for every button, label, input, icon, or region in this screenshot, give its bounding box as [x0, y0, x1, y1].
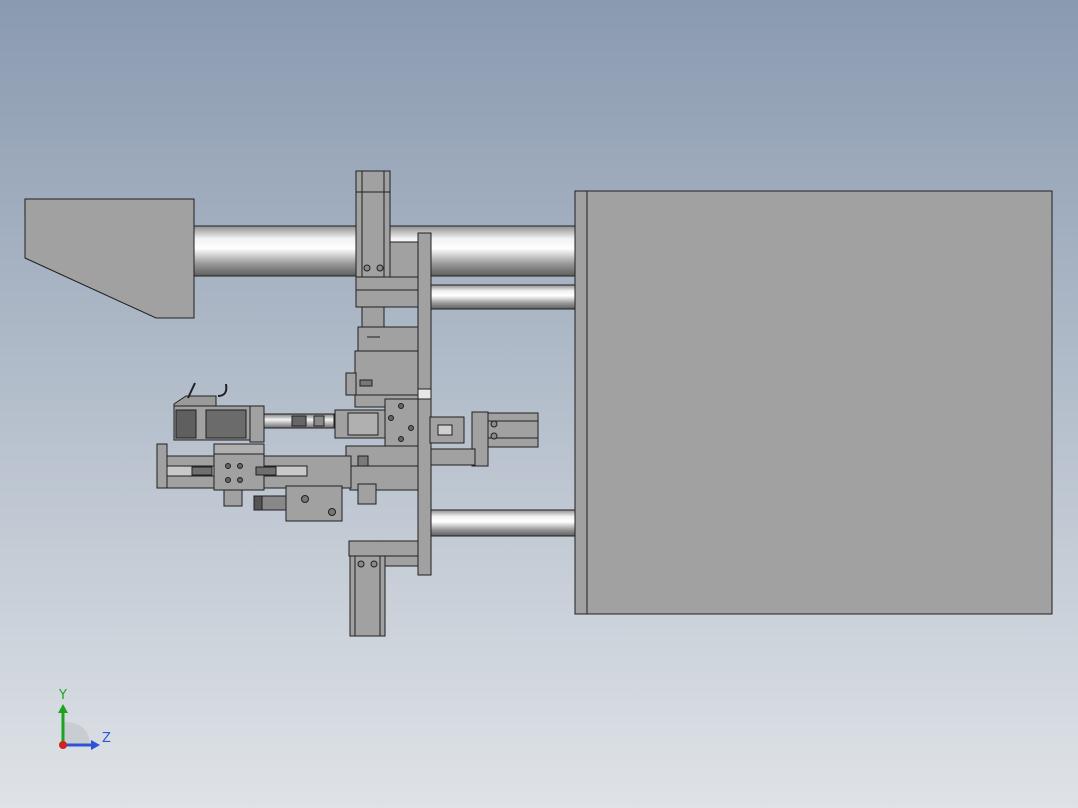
top-cylinder-body[interactable] — [355, 170, 391, 278]
gripper-jaw-inner — [437, 424, 453, 436]
shaft-coupling[interactable] — [291, 415, 307, 427]
stopper-bolt-1 — [301, 495, 309, 503]
linear-slide-end[interactable] — [156, 443, 168, 489]
top-cylinder-port-2 — [376, 264, 384, 272]
upper-small-rod[interactable] — [429, 284, 577, 310]
gripper-port-1 — [490, 420, 498, 428]
guide-block-3[interactable] — [354, 350, 419, 396]
slide-bolt-1 — [225, 463, 231, 469]
servo-motor-dark-band — [175, 409, 197, 439]
top-cylinder-port-1 — [363, 264, 371, 272]
slide-foot[interactable] — [223, 489, 243, 507]
side-fitting[interactable] — [345, 372, 357, 396]
guide-block-2[interactable] — [357, 326, 419, 352]
bottom-bracket[interactable] — [348, 540, 419, 557]
slide-bolt-2 — [237, 463, 243, 469]
bottom-cylinder-port-2 — [370, 560, 378, 568]
bearing-bolt-2 — [398, 436, 404, 442]
slide-block-dark-1 — [191, 466, 213, 476]
triad-y-label: Y — [59, 688, 67, 703]
bearing-bolt-3 — [388, 415, 394, 421]
bearing-bolt-1 — [398, 403, 404, 409]
lower-small-rod[interactable] — [429, 509, 577, 537]
slide-carriage-top — [213, 443, 265, 455]
bottom-cylinder-port-1 — [357, 560, 365, 568]
slide-block-dark-2 — [255, 466, 277, 476]
triad-x-axis — [59, 741, 67, 749]
gripper-arm[interactable] — [430, 448, 476, 466]
bearing-bolt-4 — [408, 425, 414, 431]
bearing-inner — [347, 412, 379, 436]
model-canvas[interactable] — [0, 0, 1078, 808]
lower-beam-link[interactable] — [357, 483, 377, 505]
shaft-coupling-2[interactable] — [313, 415, 325, 427]
slide-bolt-3 — [225, 477, 231, 483]
stopper-bolt-2 — [328, 508, 336, 516]
center-mount-plate[interactable] — [417, 232, 432, 576]
stopper-block[interactable] — [285, 485, 343, 522]
motor-flange[interactable] — [249, 405, 265, 443]
cad-graphics-viewport[interactable]: Y Z — [0, 0, 1078, 808]
triad-z-label: Z — [102, 731, 111, 746]
shock-absorber-cap — [253, 495, 263, 511]
slide-bolt-4 — [237, 477, 243, 483]
top-clamp-plate[interactable] — [355, 276, 421, 308]
lower-beam-1[interactable] — [345, 445, 419, 467]
gripper-cylinder[interactable] — [487, 412, 539, 448]
small-screw[interactable] — [359, 379, 373, 387]
plate-slot — [417, 388, 432, 400]
main-housing[interactable] — [574, 190, 1053, 615]
bottom-bracket-2[interactable] — [384, 555, 419, 567]
gripper-port-2 — [490, 432, 498, 440]
servo-motor-dark-band-2 — [205, 409, 247, 439]
guide-block-1[interactable] — [361, 306, 385, 328]
beam-screw[interactable] — [357, 455, 369, 467]
